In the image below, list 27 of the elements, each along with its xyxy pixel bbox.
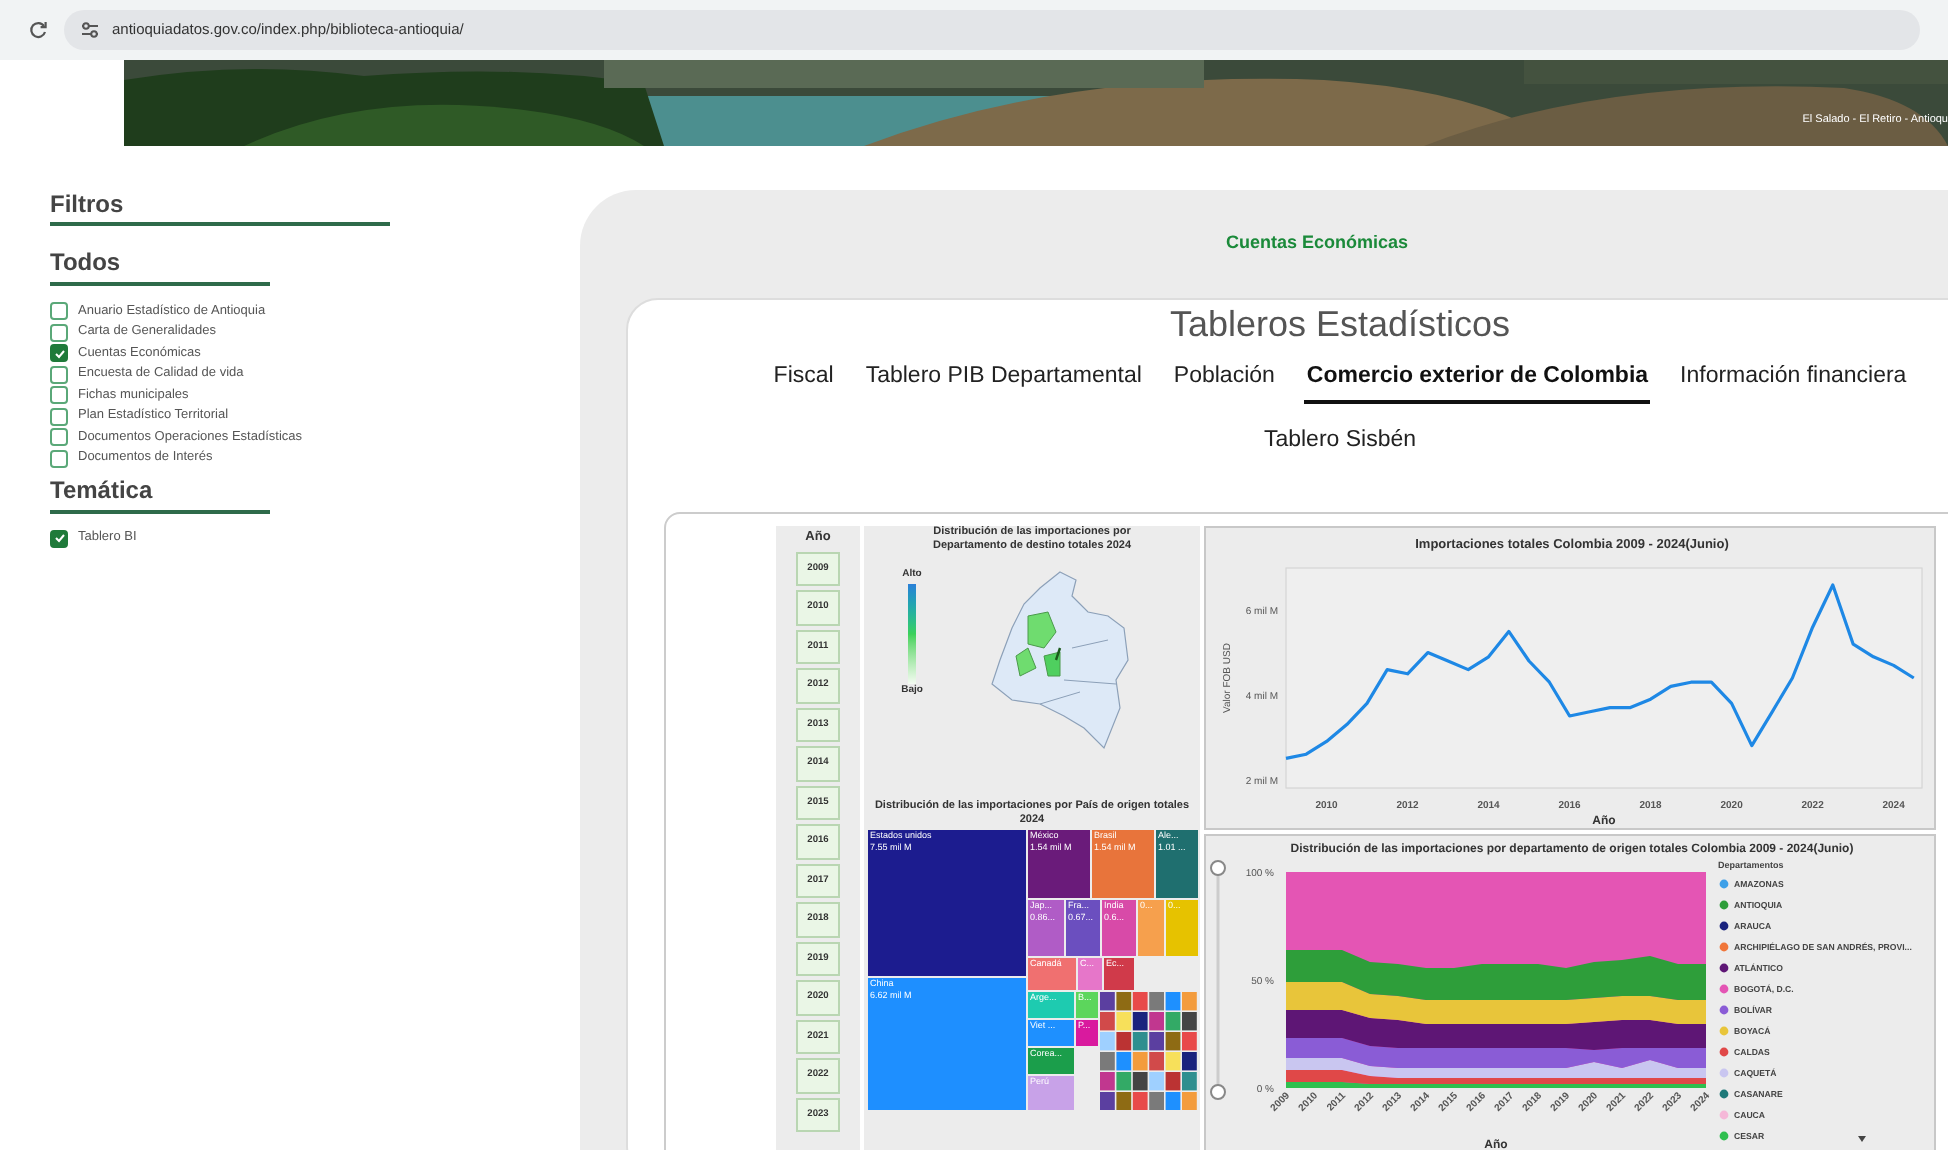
checkbox[interactable] [50,529,68,547]
checkbox[interactable] [50,428,68,446]
page-title: Tableros Estadísticos [1169,303,1511,343]
checkbox[interactable] [50,365,68,383]
reload-icon[interactable] [28,20,48,40]
site-settings-icon[interactable] [80,22,100,38]
group-heading: Todos [50,248,123,276]
tab[interactable]: Fiscal [771,359,836,404]
checkbox[interactable] [50,302,68,320]
group-heading: Temática [50,475,155,503]
checkbox[interactable] [50,386,68,404]
check-icon [53,347,65,359]
tab[interactable]: Información financiera [1678,359,1909,404]
checkbox[interactable] [50,449,68,467]
filters-heading: Filtros [50,190,126,218]
checkbox[interactable] [50,344,68,362]
color-scale-bar [908,583,916,684]
checkbox[interactable] [50,323,68,341]
tab[interactable]: Tablero PIB Departamental [863,359,1144,404]
caret-icon[interactable] [1858,1136,1866,1142]
tab[interactable]: Comercio exterior de Colombia [1304,359,1651,404]
tab[interactable]: Población [1171,359,1277,404]
checkbox[interactable] [50,407,68,425]
range-slider[interactable] [1210,860,1226,1100]
tab[interactable]: Tablero Sisbén [1261,423,1419,468]
check-icon [53,532,65,544]
category-title: Cuentas Económicas [1225,230,1409,256]
